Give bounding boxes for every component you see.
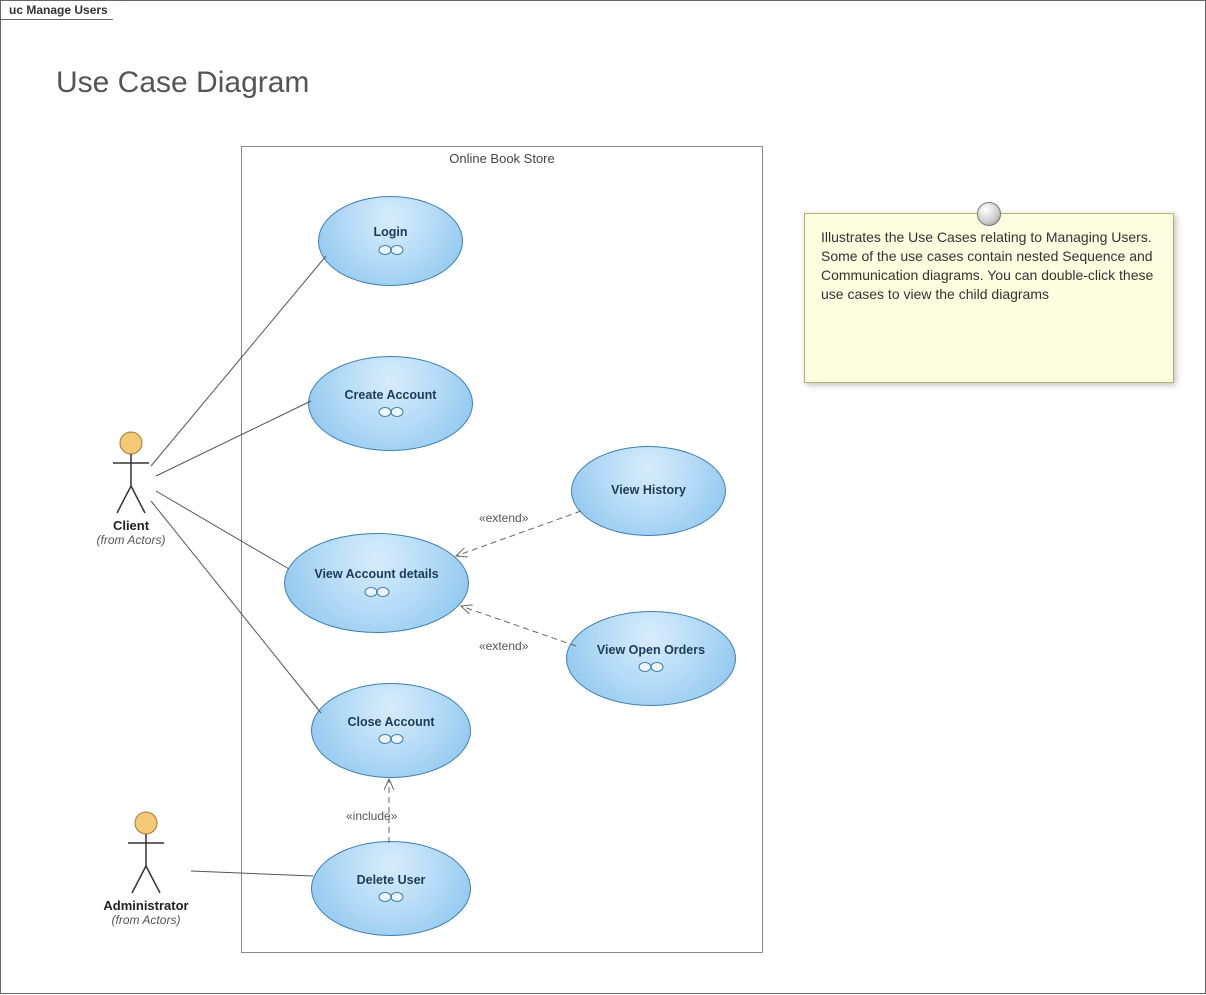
note-text: Illustrates the Use Cases relating to Ma… <box>821 229 1153 302</box>
frame-tab: uc Manage Users <box>0 0 123 20</box>
nested-diagram-icon <box>363 586 391 598</box>
usecase-label: View History <box>605 484 692 498</box>
usecase-label: Close Account <box>341 716 440 730</box>
nested-diagram-icon <box>377 891 405 903</box>
actor-client-from: (from Actors) <box>86 533 176 547</box>
usecase-close-account[interactable]: Close Account <box>311 683 471 778</box>
usecase-login[interactable]: Login <box>318 196 463 286</box>
diagram-note: Illustrates the Use Cases relating to Ma… <box>804 213 1174 383</box>
usecase-label: View Open Orders <box>591 644 711 658</box>
actor-administrator[interactable]: Administrator (from Actors) <box>91 811 201 927</box>
nested-diagram-icon <box>637 661 665 673</box>
usecase-view-open-orders[interactable]: View Open Orders <box>566 611 736 706</box>
actor-client[interactable]: Client (from Actors) <box>86 431 176 547</box>
actor-icon <box>126 811 166 896</box>
diagram-title: Use Case Diagram <box>56 66 309 100</box>
usecase-label: View Account details <box>308 568 444 582</box>
include-label: «include» <box>346 809 397 823</box>
nested-diagram-icon <box>377 406 405 418</box>
usecase-delete-user[interactable]: Delete User <box>311 841 471 936</box>
actor-admin-from: (from Actors) <box>91 913 201 927</box>
diagram-frame: uc Manage Users Use Case Diagram Online … <box>0 0 1206 994</box>
pin-icon <box>977 202 1001 226</box>
usecase-view-history[interactable]: View History <box>571 446 726 536</box>
usecase-label: Login <box>367 226 413 240</box>
extend-label: «extend» <box>479 511 528 525</box>
usecase-view-account-details[interactable]: View Account details <box>284 533 469 633</box>
usecase-label: Delete User <box>351 874 432 888</box>
actor-client-name: Client <box>86 518 176 533</box>
actor-admin-name: Administrator <box>91 898 201 913</box>
extend-label: «extend» <box>479 639 528 653</box>
system-boundary-label: Online Book Store <box>242 151 762 166</box>
actor-icon <box>111 431 151 516</box>
nested-diagram-icon <box>377 733 405 745</box>
usecase-create-account[interactable]: Create Account <box>308 356 473 451</box>
usecase-label: Create Account <box>339 389 443 403</box>
nested-diagram-icon <box>377 244 405 256</box>
